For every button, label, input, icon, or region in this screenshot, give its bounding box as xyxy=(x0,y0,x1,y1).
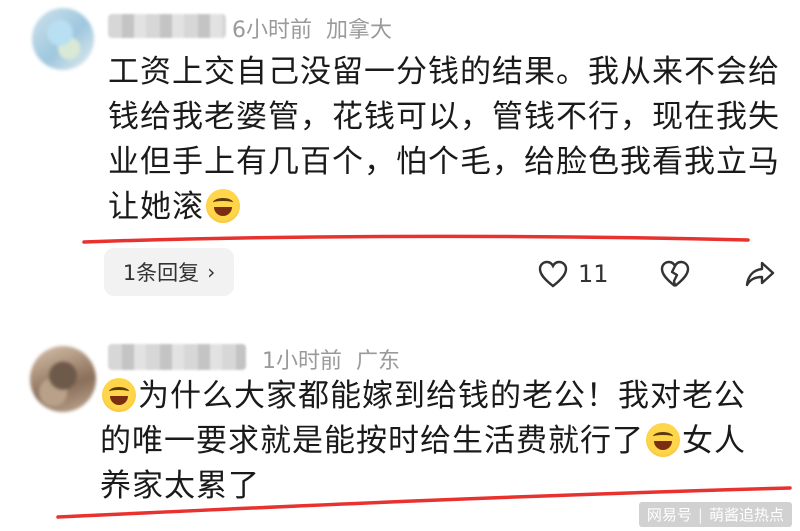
comment-meta: 1小时前 广东 xyxy=(262,343,400,375)
dislike-button[interactable] xyxy=(660,254,690,294)
avatar[interactable] xyxy=(32,8,94,70)
broken-heart-icon xyxy=(660,260,690,287)
crying-laughing-emoji-icon xyxy=(102,378,136,412)
username-blurred[interactable] xyxy=(108,14,226,38)
view-replies-button[interactable]: 1条回复 › xyxy=(104,248,234,296)
comment-line: 为什么大家都能嫁到给钱的老公！我对老公 xyxy=(100,374,790,419)
laughing-emoji-icon xyxy=(206,189,240,223)
comment-card: 1小时前 广东 为什么大家都能嫁到给钱的老公！我对老公 的唯一要求就是能按时给生活… xyxy=(0,330,800,531)
comment-line: 业但手上有几百个，怕个毛，给脸色我看我立马 xyxy=(108,144,780,180)
chevron-right-icon: › xyxy=(207,260,216,284)
crying-laughing-emoji-icon xyxy=(646,423,680,457)
watermark-author: 萌酱追热点 xyxy=(708,506,784,524)
comment-text: 为什么大家都能嫁到给钱的老公！我对老公 的唯一要求就是能按时给生活费就行了 女人 … xyxy=(100,374,790,509)
comment-line: 的唯一要求就是能按时给生活费就行了 女人 xyxy=(100,423,746,459)
comment-text: 工资上交自己没留一分钱的结果。我从来不会给 钱给我老婆管，花钱可以，管钱不行，现… xyxy=(108,50,798,230)
watermark-source: 网易号 xyxy=(646,506,692,524)
comment-line-last: 让她滚 xyxy=(108,185,798,230)
share-button[interactable] xyxy=(745,254,775,294)
comment-line: 钱给我老婆管，花钱可以，管钱不行，现在我失 xyxy=(108,99,780,135)
comment-meta: 6小时前 加拿大 xyxy=(232,12,392,44)
comment-card: 6小时前 加拿大 工资上交自己没留一分钱的结果。我从来不会给 钱给我老婆管，花钱可… xyxy=(0,0,800,300)
comment-location: 加拿大 xyxy=(326,18,393,43)
comment-location: 广东 xyxy=(356,349,401,374)
like-button[interactable]: 11 xyxy=(538,254,609,294)
heart-icon xyxy=(538,260,568,288)
comment-time: 6小时前 xyxy=(232,18,312,43)
like-count: 11 xyxy=(578,260,609,288)
avatar[interactable] xyxy=(30,346,96,412)
comment-time: 1小时前 xyxy=(262,349,342,374)
watermark: 网易号 | 萌酱追热点 xyxy=(638,502,792,527)
share-arrow-icon xyxy=(745,261,775,287)
reply-count-label: 1条回复 xyxy=(122,261,200,285)
username-blurred[interactable] xyxy=(108,344,246,370)
comment-line: 工资上交自己没留一分钱的结果。我从来不会给 xyxy=(108,54,780,90)
